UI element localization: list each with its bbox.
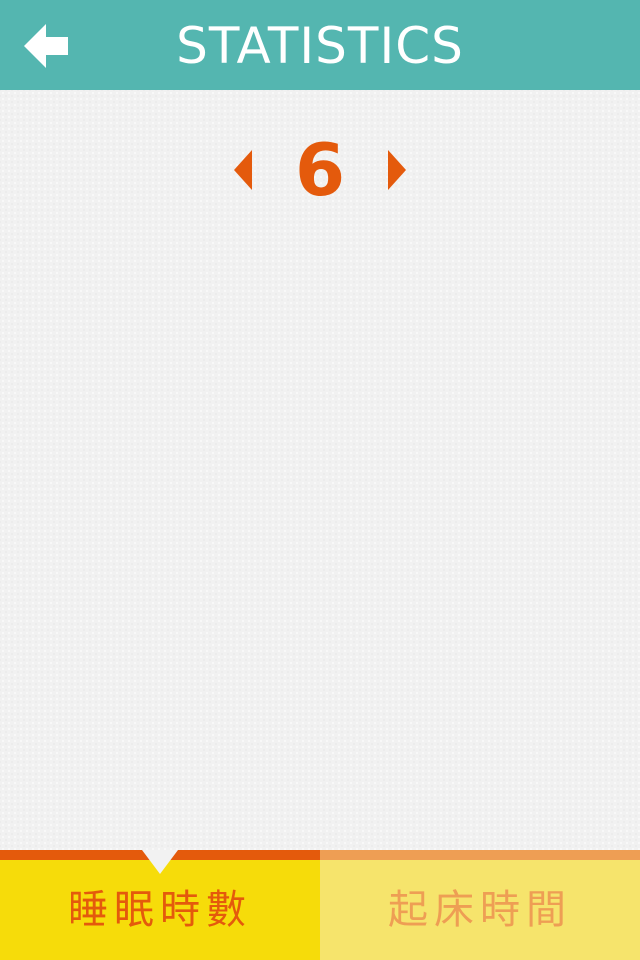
tab-sleep-hours[interactable]: 睡眠時數 [0, 850, 320, 960]
back-button[interactable] [16, 18, 80, 74]
arrow-left-icon [16, 18, 80, 74]
header-bar: STATISTICS [0, 0, 640, 90]
triangle-left-icon [224, 148, 264, 192]
previous-button[interactable] [224, 148, 264, 192]
triangle-right-icon [378, 148, 418, 192]
period-value: 6 [294, 128, 346, 212]
chart-area [0, 230, 640, 840]
tab-wake-time[interactable]: 起床時間 [320, 850, 640, 960]
bottom-tab-bar: 睡眠時數 起床時間 [0, 850, 640, 960]
tab-label: 起床時間 [388, 887, 572, 933]
next-button[interactable] [378, 148, 418, 192]
period-selector: 6 [0, 120, 640, 220]
tab-indicator-strip [320, 850, 640, 860]
page-title: STATISTICS [176, 17, 464, 75]
tab-label: 睡眠時數 [68, 887, 252, 933]
